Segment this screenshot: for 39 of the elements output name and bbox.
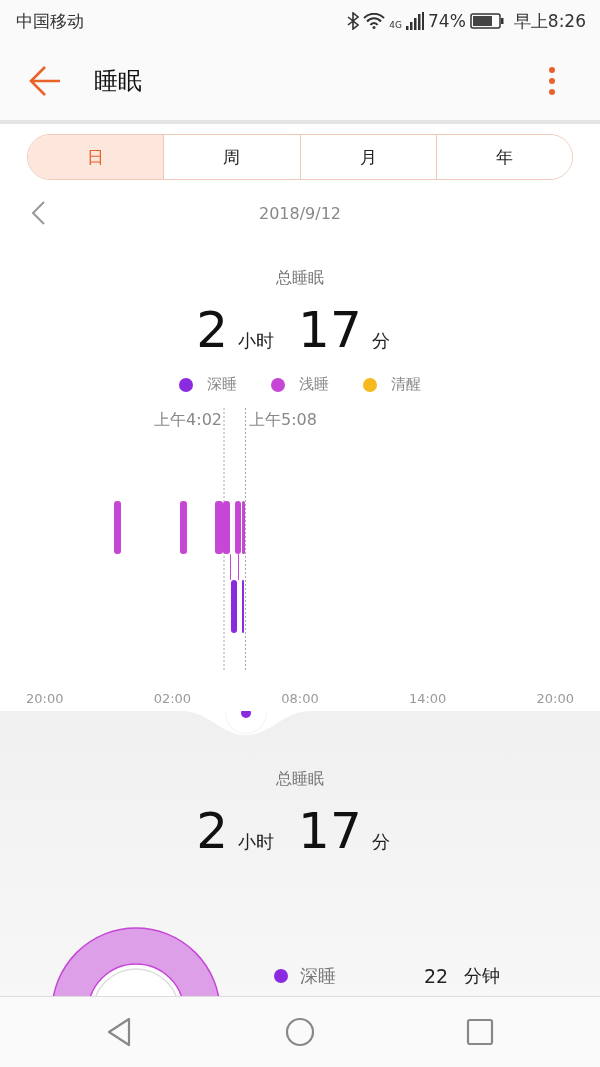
duration-unit: 分钟 bbox=[464, 964, 501, 988]
stage-label: 深睡 bbox=[300, 964, 337, 988]
period-tab[interactable]: 年 bbox=[435, 135, 572, 179]
minutes-value: 17 bbox=[298, 301, 362, 359]
carrier-name: 中国移动 bbox=[16, 9, 85, 33]
axis-label: 20:00 bbox=[26, 690, 64, 706]
hours-value: 2 bbox=[196, 802, 229, 860]
legend-label: 深睡 bbox=[207, 375, 237, 394]
sleep-bar bbox=[180, 501, 187, 554]
page-title: 睡眠 bbox=[94, 66, 143, 97]
axis-label: 02:00 bbox=[153, 690, 192, 706]
duration-value: 22 bbox=[424, 965, 449, 987]
home-nav-button[interactable] bbox=[283, 1015, 317, 1049]
battery-percent: 74% bbox=[428, 11, 466, 31]
more-options-button[interactable] bbox=[546, 66, 558, 96]
sleep-start-time: 上午4:02 bbox=[154, 410, 222, 431]
hours-unit: 小时 bbox=[238, 830, 275, 854]
bluetooth-icon bbox=[347, 12, 360, 30]
sleep-bar bbox=[114, 501, 121, 554]
date-label: 2018/9/12 bbox=[257, 203, 342, 223]
network-type: 4G bbox=[389, 19, 402, 30]
clock-time: 早上8:26 bbox=[513, 9, 586, 33]
summary-title: 总睡眠 bbox=[275, 268, 325, 289]
previous-day-button[interactable] bbox=[30, 200, 46, 226]
battery-icon bbox=[469, 13, 504, 29]
axis-label: 14:00 bbox=[408, 690, 447, 706]
axis-label: 08:00 bbox=[281, 690, 319, 706]
legend-label: 清醒 bbox=[391, 375, 421, 394]
minutes-value: 17 bbox=[298, 802, 362, 860]
summary-title: 总睡眠 bbox=[275, 769, 325, 790]
legend-label: 浅睡 bbox=[299, 375, 329, 394]
signal-icon bbox=[406, 12, 424, 30]
minutes-unit: 分 bbox=[371, 830, 390, 854]
hours-unit: 小时 bbox=[238, 329, 275, 353]
sleep-end-time: 上午5:08 bbox=[249, 410, 317, 431]
hours-value: 2 bbox=[196, 301, 229, 359]
axis-label: 20:00 bbox=[536, 690, 574, 706]
minutes-unit: 分 bbox=[371, 329, 390, 353]
wifi-icon bbox=[363, 13, 386, 29]
